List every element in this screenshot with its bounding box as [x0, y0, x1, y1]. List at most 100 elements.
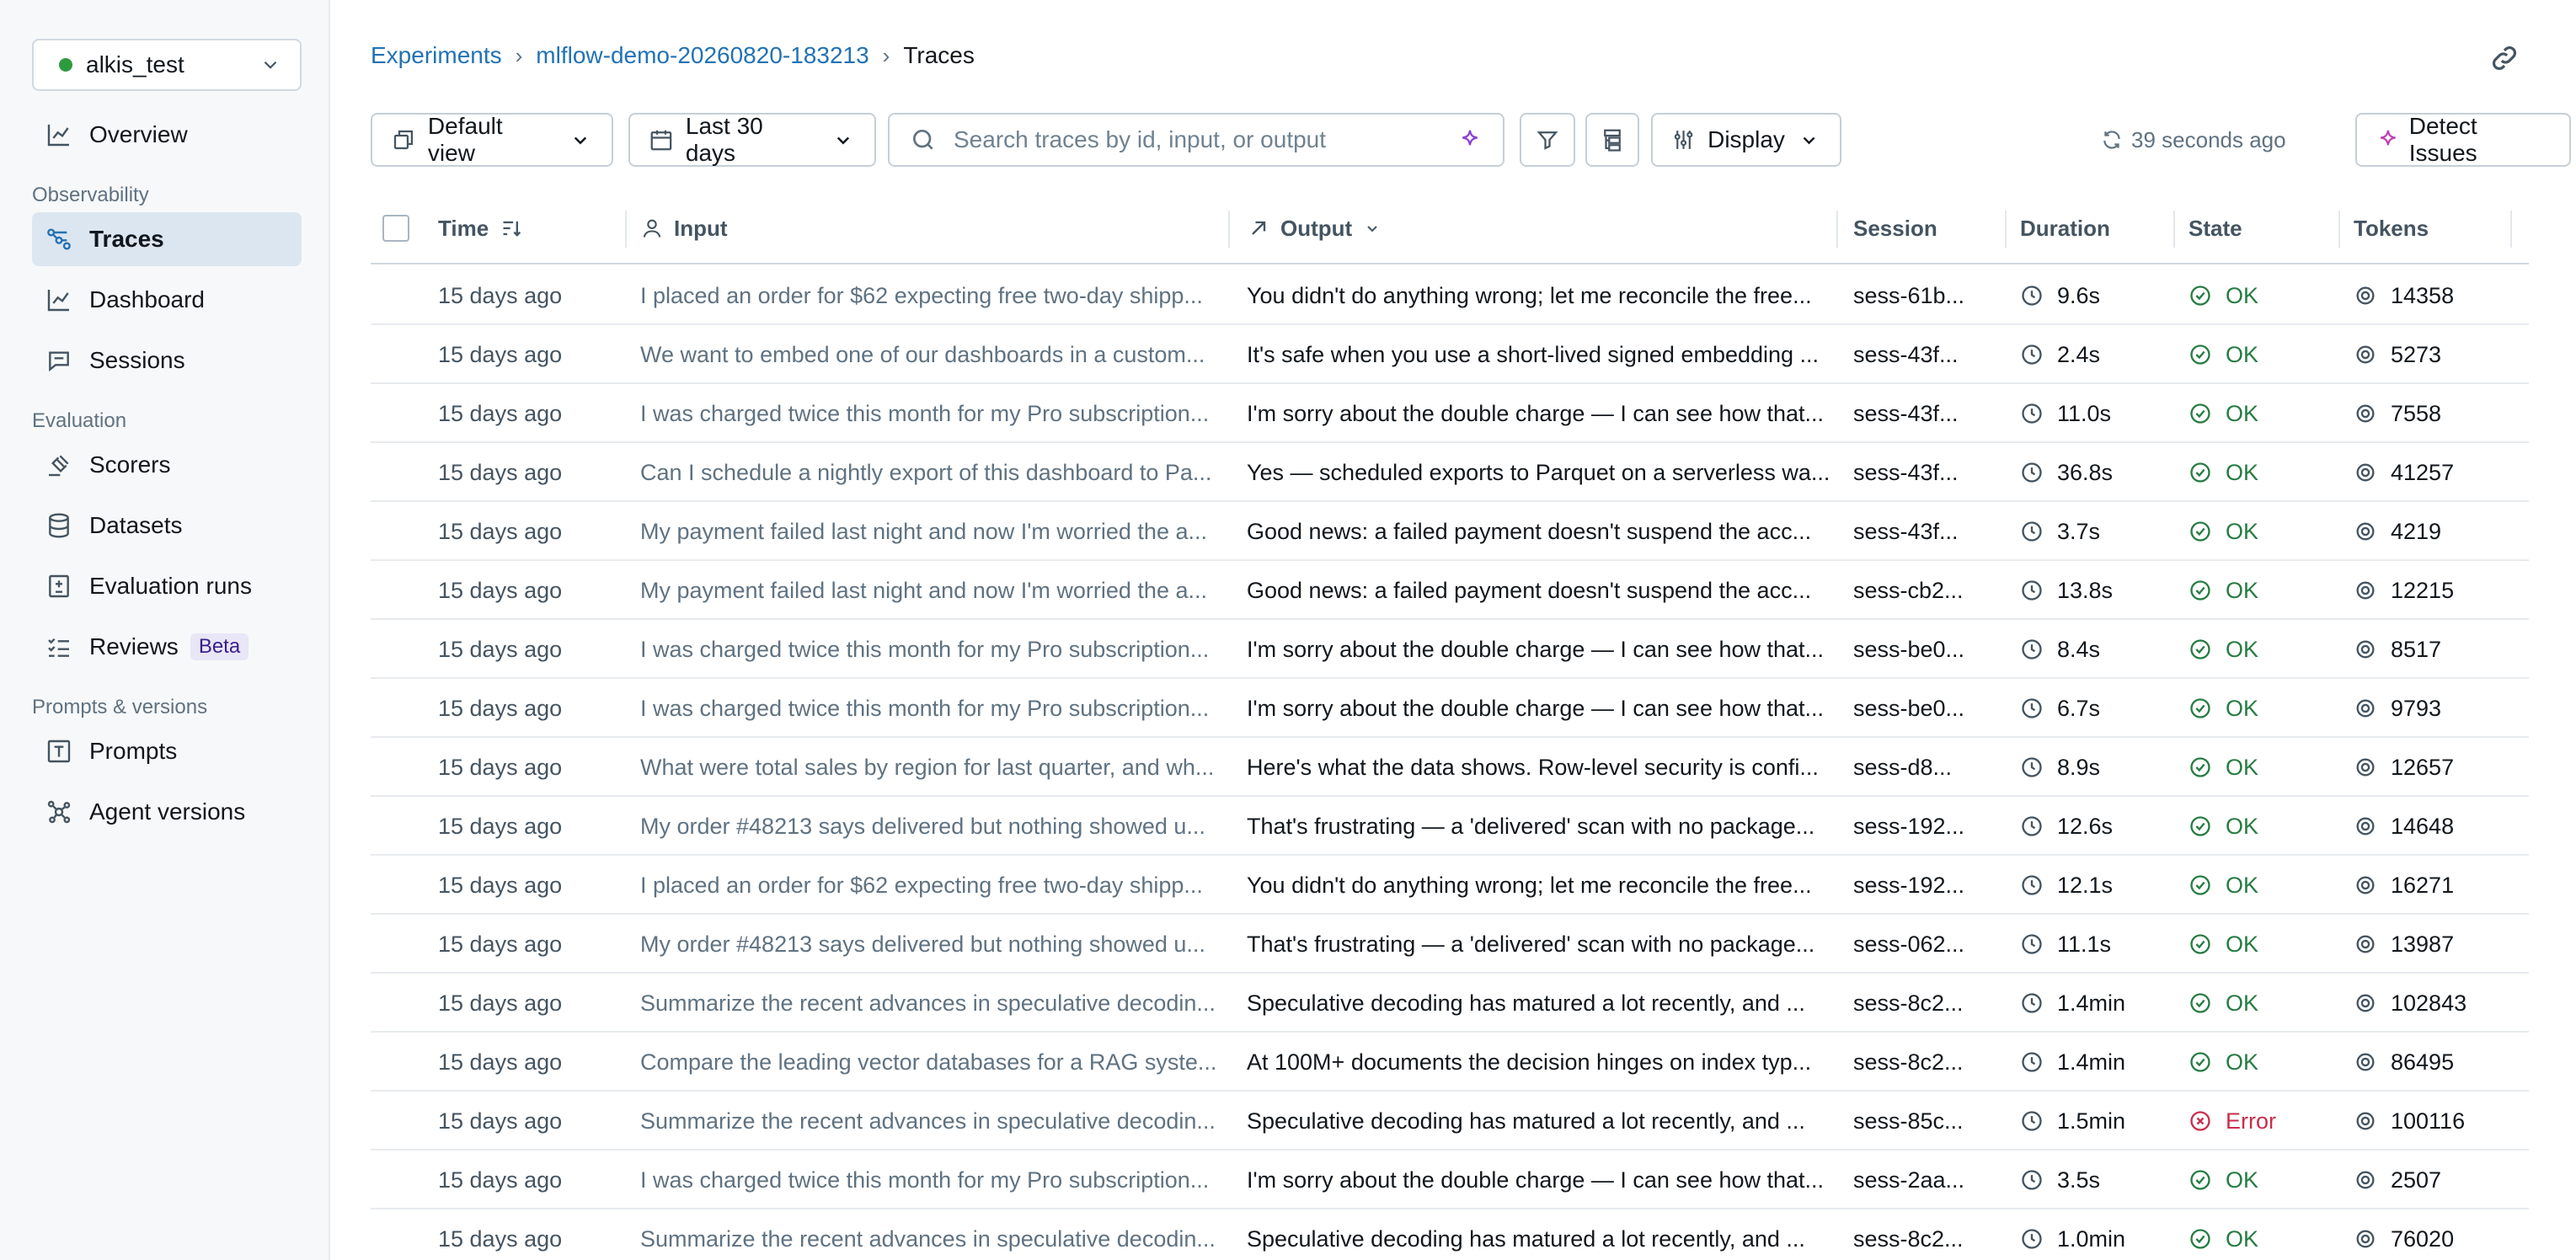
- sidebar-item-overview[interactable]: Overview: [32, 108, 302, 162]
- table-row[interactable]: 15 days ago I placed an order for $62 ex…: [371, 856, 2529, 915]
- sidebar-item-reviews[interactable]: Reviews Beta: [32, 620, 302, 674]
- date-range-button[interactable]: Last 30 days: [628, 113, 876, 167]
- input-cell[interactable]: Summarize the recent advances in specula…: [640, 1209, 1230, 1260]
- output-cell[interactable]: Speculative decoding has matured a lot r…: [1247, 1092, 1836, 1151]
- output-cell[interactable]: I'm sorry about the double charge — I ca…: [1247, 679, 1836, 738]
- session-cell[interactable]: sess-43f...: [1853, 325, 2005, 384]
- column-header-input[interactable]: Input: [640, 193, 728, 264]
- session-cell[interactable]: sess-062...: [1853, 915, 2005, 974]
- session-cell[interactable]: sess-be0...: [1853, 620, 2005, 679]
- column-header-duration[interactable]: Duration: [2020, 193, 2110, 264]
- output-cell[interactable]: Good news: a failed payment doesn't susp…: [1247, 502, 1836, 561]
- input-cell[interactable]: What were total sales by region for last…: [640, 738, 1230, 797]
- session-cell[interactable]: sess-43f...: [1853, 443, 2005, 502]
- session-cell[interactable]: sess-8c2...: [1853, 1209, 2005, 1260]
- link-icon[interactable]: [2488, 42, 2520, 74]
- table-row[interactable]: 15 days ago I was charged twice this mon…: [371, 620, 2529, 679]
- search-input[interactable]: [954, 126, 1457, 153]
- table-row[interactable]: 15 days ago What were total sales by reg…: [371, 738, 2529, 797]
- session-cell[interactable]: sess-cb2...: [1853, 561, 2005, 620]
- session-cell[interactable]: sess-85c...: [1853, 1092, 2005, 1151]
- input-cell[interactable]: I was charged twice this month for my Pr…: [640, 620, 1230, 679]
- column-header-tokens[interactable]: Tokens: [2354, 193, 2429, 264]
- session-cell[interactable]: sess-43f...: [1853, 384, 2005, 443]
- input-cell[interactable]: I placed an order for $62 expecting free…: [640, 266, 1230, 325]
- output-cell[interactable]: You didn't do anything wrong; let me rec…: [1247, 856, 1836, 915]
- input-cell[interactable]: I was charged twice this month for my Pr…: [640, 679, 1230, 738]
- output-cell[interactable]: Here's what the data shows. Row-level se…: [1247, 738, 1836, 797]
- session-cell[interactable]: sess-61b...: [1853, 266, 2005, 325]
- workspace-select[interactable]: alkis_test: [32, 39, 302, 91]
- output-cell[interactable]: I'm sorry about the double charge — I ca…: [1247, 384, 1836, 443]
- table-row[interactable]: 15 days ago My order #48213 says deliver…: [371, 797, 2529, 856]
- column-header-time[interactable]: Time: [438, 193, 524, 264]
- output-cell[interactable]: Good news: a failed payment doesn't susp…: [1247, 561, 1836, 620]
- sort-icon[interactable]: [500, 216, 524, 240]
- column-header-session[interactable]: Session: [1853, 193, 1937, 264]
- column-divider[interactable]: [625, 211, 627, 248]
- output-cell[interactable]: I'm sorry about the double charge — I ca…: [1247, 620, 1836, 679]
- sidebar-item-agent-versions[interactable]: Agent versions: [32, 785, 302, 839]
- table-row[interactable]: 15 days ago My payment failed last night…: [371, 502, 2529, 561]
- session-cell[interactable]: sess-192...: [1853, 856, 2005, 915]
- refresh-status[interactable]: 39 seconds ago: [2101, 113, 2286, 167]
- session-cell[interactable]: sess-be0...: [1853, 679, 2005, 738]
- display-button[interactable]: Display: [1651, 113, 1841, 167]
- sparkle-icon[interactable]: [1457, 127, 1483, 152]
- input-cell[interactable]: My payment failed last night and now I'm…: [640, 561, 1230, 620]
- column-divider[interactable]: [1836, 211, 1838, 248]
- input-cell[interactable]: Can I schedule a nightly export of this …: [640, 443, 1230, 502]
- table-row[interactable]: 15 days ago I was charged twice this mon…: [371, 1151, 2529, 1209]
- column-divider[interactable]: [2173, 211, 2175, 248]
- columns-button[interactable]: [1585, 113, 1639, 167]
- table-row[interactable]: 15 days ago Summarize the recent advance…: [371, 974, 2529, 1033]
- column-divider[interactable]: [2510, 211, 2512, 248]
- sidebar-item-prompts[interactable]: Prompts: [32, 724, 302, 778]
- output-cell[interactable]: I'm sorry about the double charge — I ca…: [1247, 1151, 1836, 1209]
- input-cell[interactable]: My order #48213 says delivered but nothi…: [640, 915, 1230, 974]
- sidebar-item-evaluation-runs[interactable]: Evaluation runs: [32, 559, 302, 613]
- select-all-checkbox[interactable]: [382, 215, 409, 242]
- input-cell[interactable]: Summarize the recent advances in specula…: [640, 1092, 1230, 1151]
- sidebar-item-dashboard[interactable]: Dashboard: [32, 273, 302, 327]
- input-cell[interactable]: I was charged twice this month for my Pr…: [640, 1151, 1230, 1209]
- input-cell[interactable]: I was charged twice this month for my Pr…: [640, 384, 1230, 443]
- sidebar-item-traces[interactable]: Traces: [32, 212, 302, 266]
- sidebar-item-scorers[interactable]: Scorers: [32, 438, 302, 492]
- sidebar-item-datasets[interactable]: Datasets: [32, 499, 302, 553]
- output-cell[interactable]: Speculative decoding has matured a lot r…: [1247, 974, 1836, 1033]
- session-cell[interactable]: sess-2aa...: [1853, 1151, 2005, 1209]
- table-row[interactable]: 15 days ago My payment failed last night…: [371, 561, 2529, 620]
- column-divider[interactable]: [2005, 211, 2007, 248]
- column-header-output[interactable]: Output: [1247, 193, 1382, 264]
- column-divider[interactable]: [2338, 211, 2340, 248]
- sidebar-item-sessions[interactable]: Sessions: [32, 334, 302, 387]
- session-cell[interactable]: sess-d8...: [1853, 738, 2005, 797]
- table-row[interactable]: 15 days ago My order #48213 says deliver…: [371, 915, 2529, 974]
- table-row[interactable]: 15 days ago We want to embed one of our …: [371, 325, 2529, 384]
- session-cell[interactable]: sess-43f...: [1853, 502, 2005, 561]
- session-cell[interactable]: sess-8c2...: [1853, 974, 2005, 1033]
- chevron-down-icon[interactable]: [1362, 218, 1382, 238]
- table-row[interactable]: 15 days ago I was charged twice this mon…: [371, 384, 2529, 443]
- breadcrumb-experiments-link[interactable]: Experiments: [371, 42, 502, 69]
- input-cell[interactable]: My payment failed last night and now I'm…: [640, 502, 1230, 561]
- column-header-state[interactable]: State: [2189, 193, 2242, 264]
- output-cell[interactable]: That's frustrating — a 'delivered' scan …: [1247, 915, 1836, 974]
- table-row[interactable]: 15 days ago Summarize the recent advance…: [371, 1209, 2529, 1260]
- filter-button[interactable]: [1520, 113, 1575, 167]
- input-cell[interactable]: Summarize the recent advances in specula…: [640, 974, 1230, 1033]
- output-cell[interactable]: It's safe when you use a short-lived sig…: [1247, 325, 1836, 384]
- output-cell[interactable]: Yes — scheduled exports to Parquet on a …: [1247, 443, 1836, 502]
- output-cell[interactable]: That's frustrating — a 'delivered' scan …: [1247, 797, 1836, 856]
- session-cell[interactable]: sess-192...: [1853, 797, 2005, 856]
- input-cell[interactable]: I placed an order for $62 expecting free…: [640, 856, 1230, 915]
- table-row[interactable]: 15 days ago Can I schedule a nightly exp…: [371, 443, 2529, 502]
- table-row[interactable]: 15 days ago Compare the leading vector d…: [371, 1033, 2529, 1092]
- table-row[interactable]: 15 days ago I placed an order for $62 ex…: [371, 266, 2529, 325]
- input-cell[interactable]: We want to embed one of our dashboards i…: [640, 325, 1230, 384]
- table-row[interactable]: 15 days ago Summarize the recent advance…: [371, 1092, 2529, 1151]
- output-cell[interactable]: Speculative decoding has matured a lot r…: [1247, 1209, 1836, 1260]
- output-cell[interactable]: At 100M+ documents the decision hinges o…: [1247, 1033, 1836, 1092]
- detect-issues-button[interactable]: Detect Issues: [2355, 113, 2571, 167]
